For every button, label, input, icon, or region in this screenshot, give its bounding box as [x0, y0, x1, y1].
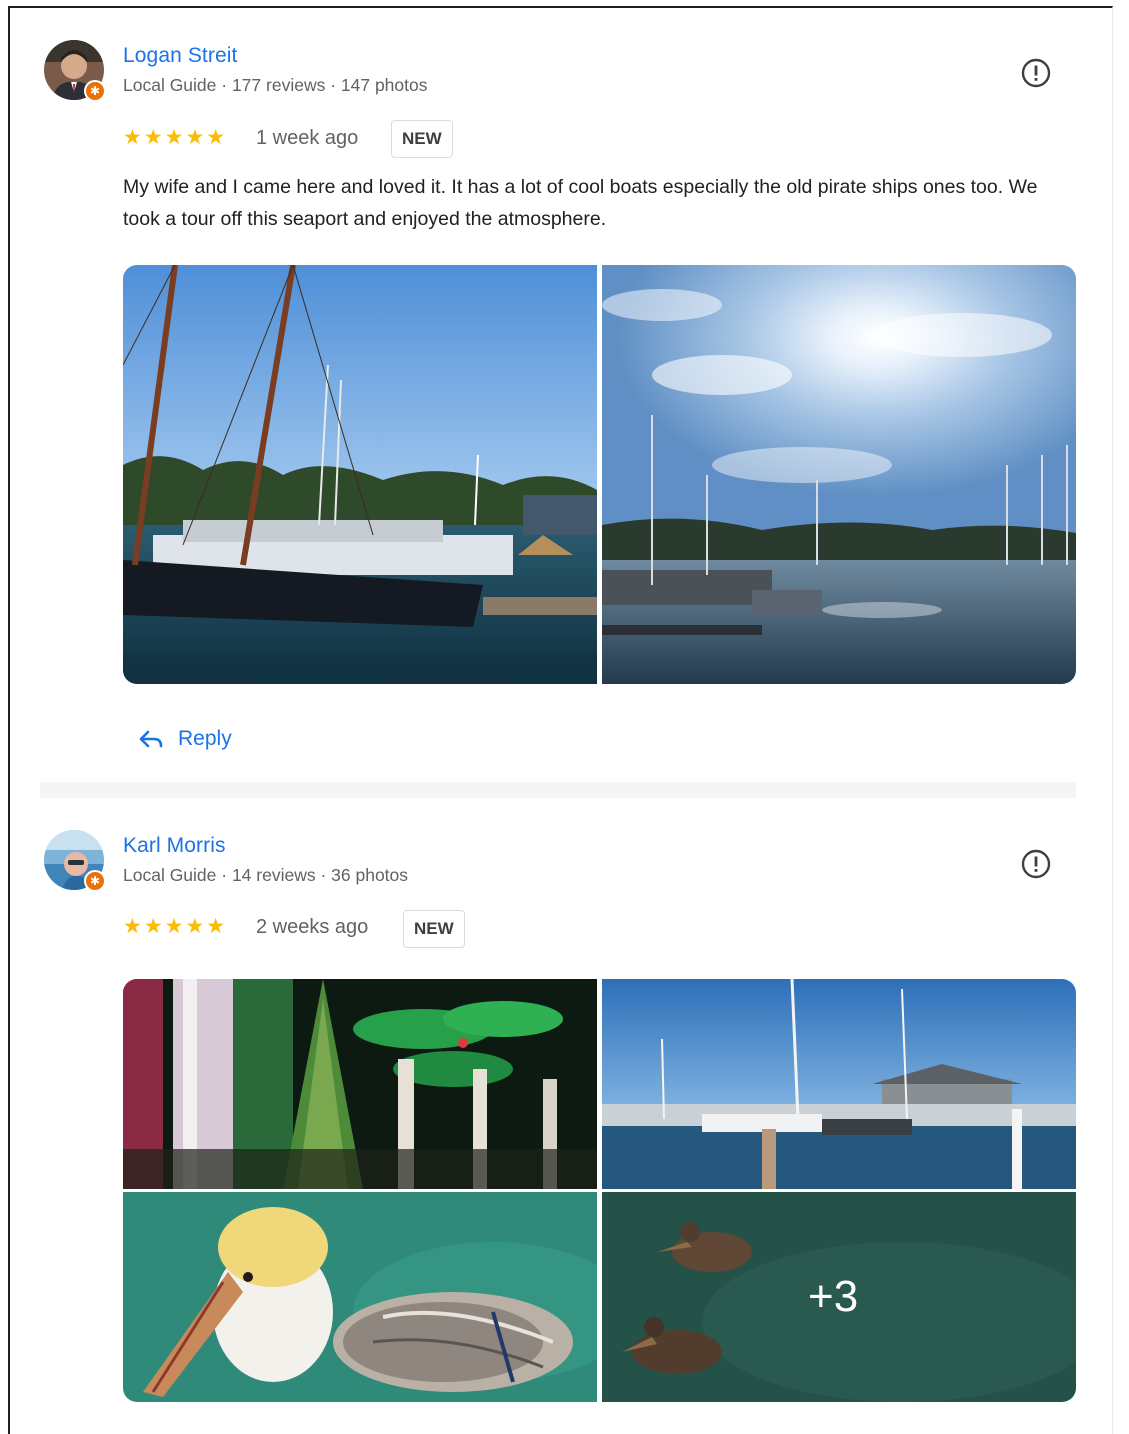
reviewer-name[interactable]: Logan Streit: [123, 44, 237, 68]
report-flag-icon[interactable]: [1020, 57, 1052, 89]
reply-button[interactable]: Reply: [138, 727, 232, 751]
review-date: 1 week ago: [256, 127, 359, 149]
review-photo[interactable]: [123, 1192, 597, 1402]
reviewer-meta[interactable]: Local Guide · 177 reviews · 147 photos: [123, 75, 427, 96]
star-rating: ★★★★★: [123, 126, 228, 149]
review-photo[interactable]: [602, 265, 1076, 684]
reviewer-name[interactable]: Karl Morris: [123, 834, 226, 858]
more-photos-count: +3: [808, 1272, 859, 1321]
new-badge: NEW: [391, 120, 453, 158]
avatar[interactable]: ✱: [44, 830, 106, 892]
report-flag-icon[interactable]: [1020, 848, 1052, 880]
review-photo[interactable]: [123, 265, 597, 684]
local-guide-star-icon: ✱: [84, 80, 106, 102]
review-text: My wife and I came here and loved it. It…: [123, 176, 1038, 230]
reply-label: Reply: [178, 727, 232, 750]
local-guide-star-icon: ✱: [84, 870, 106, 892]
review-photo-more[interactable]: +3: [602, 1192, 1076, 1402]
review-divider: [40, 782, 1076, 798]
star-rating: ★★★★★: [123, 915, 228, 938]
review-date: 2 weeks ago: [256, 916, 369, 938]
reply-arrow-icon: [139, 730, 163, 748]
reviewer-meta[interactable]: Local Guide · 14 reviews · 36 photos: [123, 865, 408, 886]
review-photo[interactable]: [602, 979, 1076, 1189]
review-photo[interactable]: [123, 979, 597, 1189]
new-badge: NEW: [403, 910, 465, 948]
avatar[interactable]: ✱: [44, 40, 106, 102]
